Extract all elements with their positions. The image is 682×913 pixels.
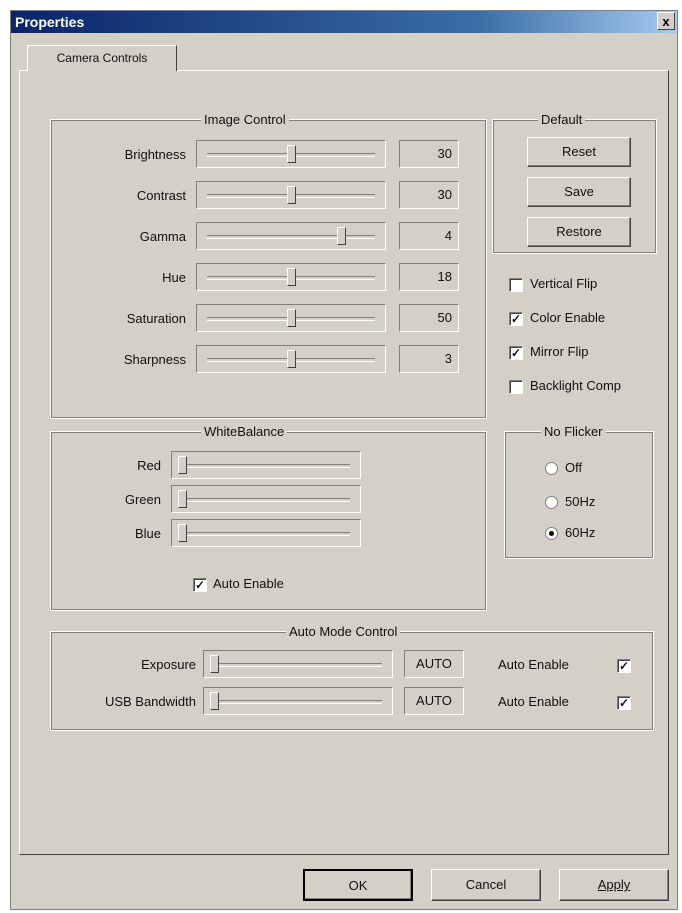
blue-label: Blue (134, 526, 161, 541)
color-enable-label: Color Enable (530, 310, 606, 325)
off-label: Off (565, 460, 583, 475)
ok-button[interactable]: OK (303, 869, 413, 901)
white-balance-legend: WhiteBalance (201, 424, 288, 439)
blue-slider[interactable] (171, 519, 361, 547)
tab-panel: Image Control Brightness 30 Contrast 30 … (19, 70, 669, 855)
50hz-label: 50Hz (565, 494, 596, 509)
red-thumb[interactable] (178, 456, 187, 474)
vertical-flip-checkbox[interactable] (509, 278, 523, 292)
60hz-label: 60Hz (565, 525, 596, 540)
usb-bandwidth-value: AUTO (404, 687, 464, 715)
vertical-flip-label: Vertical Flip (530, 276, 598, 291)
green-label: Green (124, 492, 161, 507)
usb-bandwidth-auto-enable-checkbox[interactable]: ✓ (617, 696, 631, 710)
mirror-flip-checkbox[interactable]: ✓ (509, 346, 523, 360)
usb-bandwidth-auto-enable-label: Auto Enable (498, 694, 569, 709)
default-legend: Default (538, 112, 586, 127)
saturation-value: 50 (399, 304, 459, 332)
saturation-label: Saturation (126, 311, 186, 326)
sharpness-label: Sharpness (123, 352, 186, 367)
window-title: Properties (15, 14, 85, 30)
red-label: Red (137, 458, 161, 473)
apply-button[interactable]: Apply (559, 869, 669, 901)
hue-value: 18 (399, 263, 459, 291)
image-control-group: Image Control Brightness 30 Contrast 30 … (50, 112, 487, 419)
backlight-comp-checkbox[interactable] (509, 380, 523, 394)
backlight-comp-label: Backlight Comp (530, 378, 622, 393)
exposure-auto-enable-label: Auto Enable (498, 657, 569, 672)
close-icon[interactable]: x (657, 12, 675, 30)
hue-slider[interactable] (196, 263, 386, 291)
saturation-thumb[interactable] (287, 309, 296, 327)
sharpness-value: 3 (399, 345, 459, 373)
60hz-radio[interactable] (545, 527, 558, 540)
exposure-label: Exposure (141, 657, 196, 672)
brightness-label: Brightness (124, 147, 186, 162)
hue-label: Hue (162, 270, 186, 285)
wb-auto-enable-checkbox[interactable]: ✓ (193, 578, 207, 592)
hue-thumb[interactable] (287, 268, 296, 286)
image-control-legend: Image Control (201, 112, 289, 127)
cancel-button[interactable]: Cancel (431, 869, 541, 901)
brightness-value: 30 (399, 140, 459, 168)
sharpness-thumb[interactable] (287, 350, 296, 368)
color-enable-checkbox[interactable]: ✓ (509, 312, 523, 326)
gamma-label: Gamma (139, 229, 186, 244)
exposure-thumb[interactable] (210, 655, 219, 673)
sharpness-slider[interactable] (196, 345, 386, 373)
title-bar[interactable]: Properties x (11, 11, 677, 33)
brightness-thumb[interactable] (287, 145, 296, 163)
usb-bandwidth-slider[interactable] (203, 687, 393, 715)
properties-window: Properties x Camera Controls Image Contr… (10, 10, 678, 910)
usb-bandwidth-thumb[interactable] (210, 692, 219, 710)
gamma-value: 4 (399, 222, 459, 250)
gamma-slider[interactable] (196, 222, 386, 250)
off-radio[interactable] (545, 462, 558, 475)
no-flicker-legend: No Flicker (541, 424, 606, 439)
contrast-label: Contrast (136, 188, 186, 203)
brightness-slider[interactable] (196, 140, 386, 168)
reset-button[interactable]: Reset (527, 137, 631, 167)
usb-bandwidth-label: USB Bandwidth (104, 694, 196, 709)
50hz-radio[interactable] (545, 496, 558, 509)
wb-auto-enable-label: Auto Enable (213, 576, 284, 591)
contrast-thumb[interactable] (287, 186, 296, 204)
green-thumb[interactable] (178, 490, 187, 508)
exposure-value: AUTO (404, 650, 464, 678)
saturation-slider[interactable] (196, 304, 386, 332)
green-slider[interactable] (171, 485, 361, 513)
save-button[interactable]: Save (527, 177, 631, 207)
restore-button[interactable]: Restore (527, 217, 631, 247)
white-balance-group: WhiteBalance Red Green Blue ✓ Auto Enabl… (50, 424, 487, 611)
mirror-flip-label: Mirror Flip (530, 344, 589, 359)
blue-thumb[interactable] (178, 524, 187, 542)
gamma-thumb[interactable] (337, 227, 347, 245)
default-group: Default Reset Save Restore (492, 112, 657, 254)
contrast-slider[interactable] (196, 181, 386, 209)
exposure-slider[interactable] (203, 650, 393, 678)
auto-mode-legend: Auto Mode Control (286, 624, 401, 639)
contrast-value: 30 (399, 181, 459, 209)
no-flicker-group: No Flicker Off 50Hz 60Hz (504, 424, 654, 559)
red-slider[interactable] (171, 451, 361, 479)
auto-mode-control-group: Auto Mode Control Exposure AUTO Auto Ena… (50, 624, 654, 731)
exposure-auto-enable-checkbox[interactable]: ✓ (617, 659, 631, 673)
tab-camera-controls[interactable]: Camera Controls (27, 45, 177, 71)
